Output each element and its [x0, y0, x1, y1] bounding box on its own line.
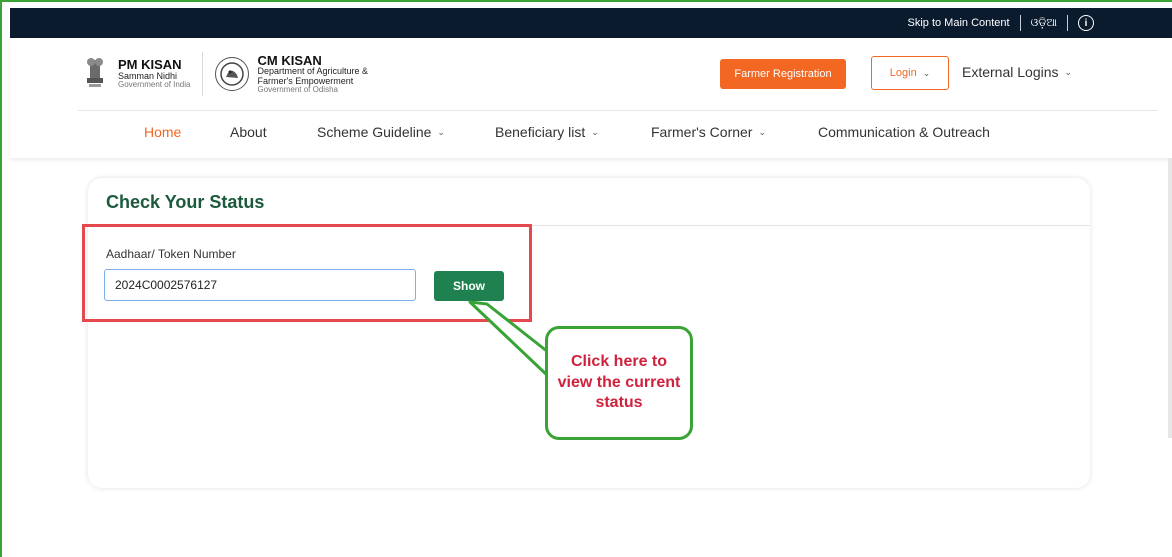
- callout-pointer: [468, 300, 550, 378]
- annotation-callout: Click here to view the current status: [545, 326, 693, 440]
- callout-text: Click here to view the current status: [557, 352, 681, 412]
